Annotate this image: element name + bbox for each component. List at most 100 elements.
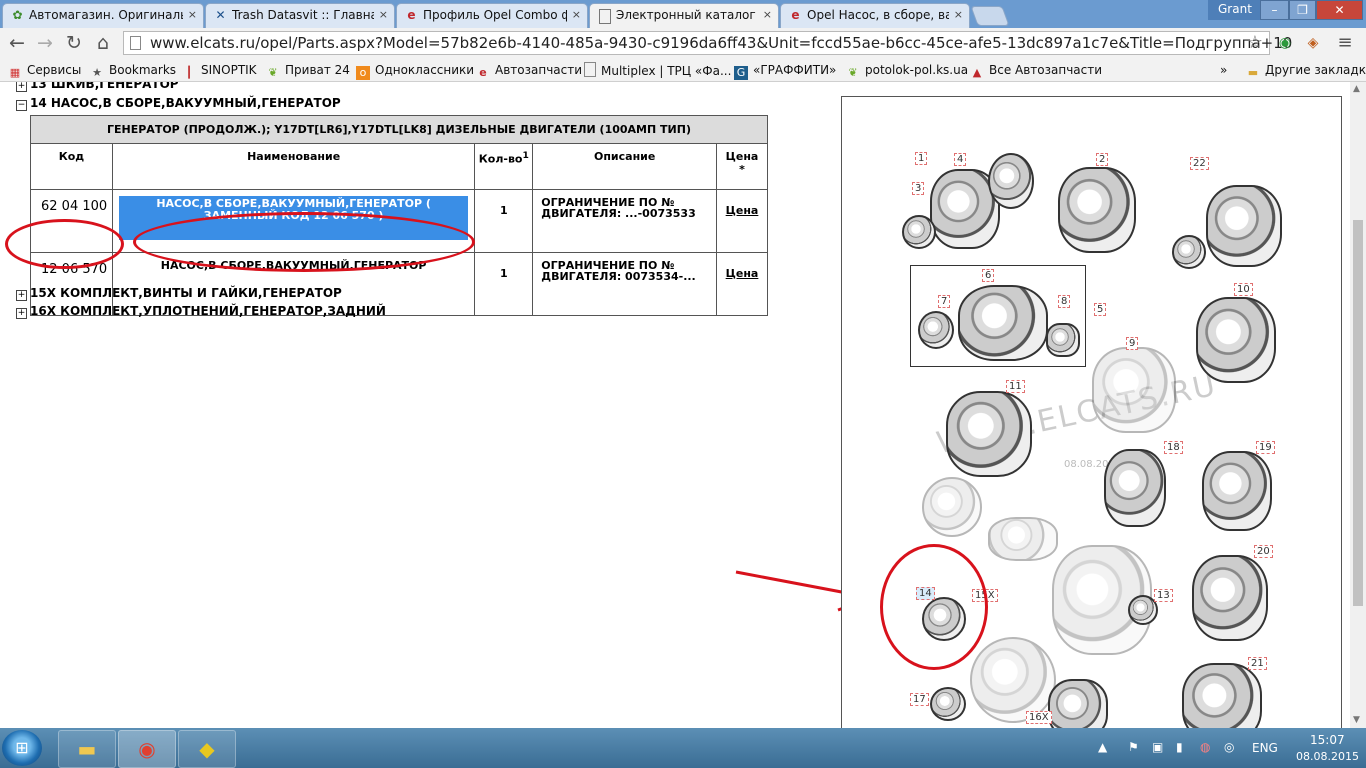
- bookmark-star-icon[interactable]: ☆: [1247, 32, 1263, 54]
- price-link[interactable]: Цена: [726, 267, 759, 280]
- language-indicator[interactable]: ENG: [1252, 741, 1278, 755]
- ok-icon: o: [356, 66, 370, 80]
- part-illustration[interactable]: [1058, 167, 1136, 253]
- tray-arrow-icon[interactable]: ▲: [1098, 740, 1107, 754]
- header-qty: Кол-во1: [474, 143, 534, 190]
- scroll-up-icon[interactable]: ▲: [1353, 84, 1360, 94]
- tab-close-icon[interactable]: ×: [188, 4, 197, 26]
- tab-profil-opel[interactable]: e Профиль Opel Combo фу ×: [396, 3, 588, 28]
- bookmark-other[interactable]: ▬ Другие закладки: [1246, 62, 1366, 79]
- page-icon: [130, 36, 141, 50]
- chrome-task-button[interactable]: ◉: [118, 730, 176, 768]
- device-icon[interactable]: ▣: [1152, 740, 1163, 754]
- new-tab-button[interactable]: [970, 6, 1010, 26]
- part-illustration[interactable]: [958, 285, 1048, 361]
- clock-date[interactable]: 08.08.2015: [1296, 750, 1359, 763]
- bookmark-sinoptik[interactable]: ┃ SINOPTIK: [182, 62, 257, 79]
- tree-item-13[interactable]: +13 ШКИВ,ГЕНЕРАТОР: [16, 82, 179, 92]
- scroll-thumb[interactable]: [1353, 220, 1363, 606]
- windows-taskbar: ⊞ ▬ ◉ ◆ ▲ ⚑ ▣ ▮ ◍ ◎ ENG 15:07 08.08.2015: [0, 728, 1366, 768]
- page-content: +13 ШКИВ,ГЕНЕРАТОР −14 НАСОС,В СБОРЕ,ВАК…: [0, 82, 1366, 728]
- callout-label: 21: [1248, 657, 1267, 670]
- part-illustration[interactable]: [1046, 323, 1080, 357]
- bookmark-odnoklassniki[interactable]: o Одноклассники: [356, 62, 474, 80]
- bookmark-graffiti[interactable]: G «ГРАФФИТИ»: [734, 62, 836, 80]
- menu-icon[interactable]: ≡: [1336, 34, 1354, 52]
- tab-trash-datasvit[interactable]: ✕ Trash Datasvit :: Главная ×: [205, 3, 395, 28]
- part-illustration[interactable]: [1048, 679, 1108, 728]
- part-illustration[interactable]: [1202, 451, 1272, 531]
- scroll-down-icon[interactable]: ▼: [1353, 715, 1360, 725]
- tree-item-15x[interactable]: +15X КОМПЛЕКТ,ВИНТЫ И ГАЙКИ,ГЕНЕРАТОР: [16, 285, 342, 301]
- folder-icon: ▬: [77, 737, 97, 761]
- network-icon[interactable]: ▮: [1176, 740, 1183, 754]
- part-illustration[interactable]: [988, 153, 1034, 209]
- expand-plus-icon[interactable]: +: [16, 82, 27, 92]
- site-e-icon: e: [407, 8, 416, 22]
- expand-plus-icon[interactable]: +: [16, 290, 27, 301]
- flag-icon[interactable]: ⚑: [1128, 740, 1139, 754]
- part-illustration[interactable]: [1192, 555, 1268, 641]
- explorer-task-button[interactable]: ▬: [58, 730, 116, 768]
- tab-avtomagazin[interactable]: ✿ Автомагазин. Оригиналь ×: [2, 3, 204, 28]
- bookmark-vse-avtozapchasti[interactable]: ▲ Все Автозапчасти: [970, 62, 1102, 79]
- part-illustration[interactable]: [930, 687, 966, 721]
- bookmark-services[interactable]: ▦ Сервисы: [8, 62, 82, 79]
- folder-icon: ▬: [1247, 66, 1259, 79]
- tree-item-14[interactable]: −14 НАСОС,В СБОРЕ,ВАКУУМНЫЙ,ГЕНЕРАТОР: [16, 95, 341, 111]
- part-illustration[interactable]: [1206, 185, 1282, 267]
- page-icon: [584, 62, 596, 77]
- forward-arrow-icon[interactable]: →: [34, 32, 56, 54]
- batman-app-task-button[interactable]: ◆: [178, 730, 236, 768]
- part-illustration[interactable]: [946, 391, 1032, 477]
- page-scrollbar[interactable]: ▲ ▼: [1350, 82, 1366, 728]
- url-text[interactable]: www.elcats.ru/opel/Parts.aspx?Model=57b8…: [150, 32, 1292, 54]
- tree-item-16x[interactable]: +16X КОМПЛЕКТ,УПЛОТНЕНИЙ,ГЕНЕРАТОР,ЗАДНИ…: [16, 303, 386, 319]
- tab-close-icon[interactable]: ×: [763, 4, 772, 26]
- home-icon[interactable]: ⌂: [92, 32, 114, 54]
- price-link[interactable]: Цена: [726, 204, 759, 217]
- bookmark-potolok[interactable]: ❦ potolok-pol.ks.ua: [846, 62, 968, 79]
- part-illustration[interactable]: [1172, 235, 1206, 269]
- tab-close-icon[interactable]: ×: [379, 4, 388, 26]
- part-illustration[interactable]: [922, 477, 982, 537]
- tab-elcats-catalog[interactable]: Электронный каталог зап ×: [589, 3, 779, 29]
- extension-shield-icon[interactable]: ◈: [1304, 34, 1322, 52]
- settings-tray-icon[interactable]: ◎: [1224, 740, 1234, 754]
- expand-plus-icon[interactable]: +: [16, 308, 27, 319]
- windows-logo-icon: ⊞: [15, 738, 29, 757]
- callout-label: 7: [938, 295, 951, 308]
- part-illustration[interactable]: [902, 215, 936, 249]
- site-e-icon: e: [479, 66, 487, 79]
- bookmark-multiplex[interactable]: Multiplex | ТРЦ «Фа...: [584, 62, 731, 78]
- tab-close-icon[interactable]: ×: [954, 4, 963, 26]
- bookmark-bookmarks[interactable]: ★ Bookmarks: [90, 62, 176, 79]
- window-minimize-button[interactable]: –: [1260, 0, 1289, 20]
- apps-grid-icon: ▦: [9, 66, 21, 79]
- window-maximize-button[interactable]: ❐: [1289, 0, 1316, 20]
- tab-opel-nasos[interactable]: e Opel Насос, в сборе, вак ×: [780, 3, 970, 28]
- reload-icon[interactable]: ↻: [63, 32, 85, 54]
- profile-name[interactable]: Grant: [1208, 0, 1262, 20]
- part-illustration[interactable]: [1196, 297, 1276, 383]
- tab-close-icon[interactable]: ×: [572, 4, 581, 26]
- part-illustration[interactable]: [1182, 663, 1262, 728]
- part-description: ОГРАНИЧЕНИЕ ПО № ДВИГАТЕЛЯ: ...-0073533: [532, 189, 718, 253]
- start-button[interactable]: ⊞: [2, 730, 42, 766]
- part-illustration[interactable]: [1104, 449, 1166, 527]
- bookmark-avtozapchasti[interactable]: e Автозапчасти: [476, 62, 582, 79]
- clock-time[interactable]: 15:07: [1310, 733, 1345, 747]
- bookmark-privat24[interactable]: ❦ Приват 24: [266, 62, 350, 79]
- header-code: Код: [30, 143, 113, 190]
- address-bar[interactable]: www.elcats.ru/opel/Parts.aspx?Model=57b8…: [123, 31, 1292, 55]
- part-illustration[interactable]: [988, 517, 1058, 561]
- collapse-minus-icon[interactable]: −: [16, 100, 27, 111]
- window-close-button[interactable]: ✕: [1316, 0, 1363, 20]
- callout-label: 9: [1126, 337, 1139, 350]
- volume-muted-icon[interactable]: ◍: [1200, 740, 1210, 754]
- part-illustration[interactable]: [1092, 347, 1176, 433]
- part-illustration[interactable]: [918, 311, 954, 349]
- bookmarks-overflow-button[interactable]: »: [1220, 62, 1227, 78]
- back-arrow-icon[interactable]: ←: [6, 32, 28, 54]
- extension-green-icon[interactable]: ◉: [1276, 34, 1294, 52]
